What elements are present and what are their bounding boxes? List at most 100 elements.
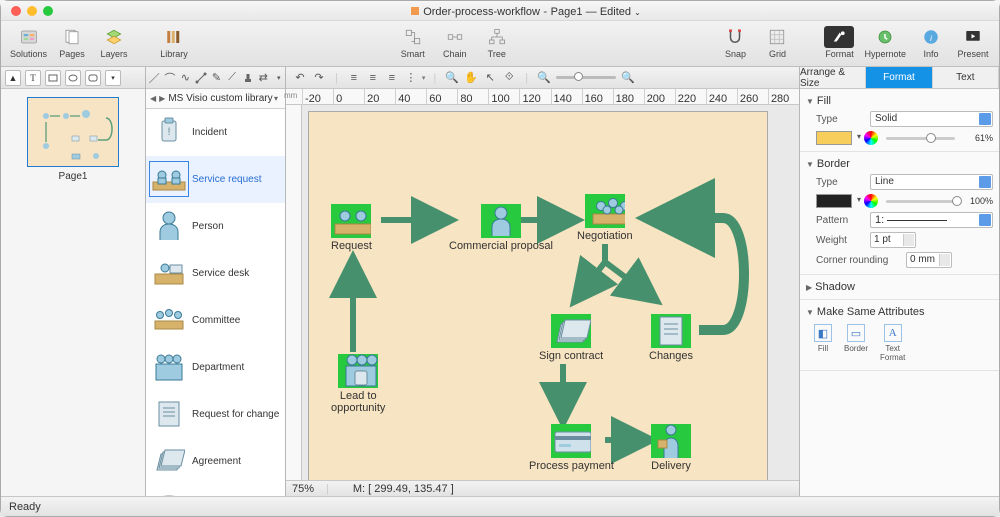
format-button[interactable]: Format	[819, 24, 859, 61]
node-lead-to-opportunity[interactable]: Lead to opportunity	[331, 354, 385, 414]
pointer-tool-icon[interactable]: ▲	[5, 70, 21, 86]
pencil-tool-icon[interactable]: ✎	[210, 71, 223, 85]
arc-tool-icon[interactable]: ⌒	[164, 71, 177, 85]
align-left-icon[interactable]: ≡	[346, 70, 362, 86]
zoom-in-icon[interactable]: 🔍	[620, 70, 636, 86]
zoom-slider[interactable]	[556, 76, 616, 79]
smart-button[interactable]: Smart	[393, 24, 433, 61]
tab-arrange[interactable]: Arrange & Size	[800, 67, 866, 88]
snap-button[interactable]: Snap	[715, 24, 755, 61]
tree-button[interactable]: Tree	[477, 24, 517, 61]
zoom-readout: 75%	[286, 483, 326, 495]
node-icon	[331, 204, 371, 238]
lasso-icon[interactable]: ⟐	[501, 70, 517, 86]
node-label: Commercial proposal	[449, 240, 553, 252]
page-thumbnail[interactable]	[27, 97, 119, 167]
status-bar: Ready	[1, 496, 999, 516]
swap-tool-icon[interactable]: ⇄	[257, 71, 270, 85]
rounded-tool-icon[interactable]	[85, 70, 101, 86]
library-item-label: Department	[192, 362, 281, 373]
node-negotiation[interactable]: Negotiation	[577, 194, 633, 242]
corner-rounding-field[interactable]: 0 mm	[906, 252, 952, 268]
library-item-label: Request for change	[192, 409, 281, 420]
ellipse-tool-icon[interactable]	[65, 70, 81, 86]
spline-tool-icon[interactable]: ∿	[179, 71, 192, 85]
pointer-icon[interactable]: ↖	[482, 70, 498, 86]
node-label: Negotiation	[577, 230, 633, 242]
make-same-fill-button[interactable]: ◧Fill	[814, 324, 832, 362]
library-button[interactable]: Library	[154, 24, 194, 61]
make-same-text-button[interactable]: AText Format	[880, 324, 905, 362]
undo-icon[interactable]: ↶	[292, 70, 308, 86]
line-tool-icon[interactable]: ／	[148, 71, 161, 85]
distribute-icon[interactable]: ⋮	[403, 70, 419, 86]
node-commercial-proposal[interactable]: Commercial proposal	[449, 204, 553, 252]
more-tool-icon[interactable]: ▾	[105, 70, 121, 86]
layers-button[interactable]: Layers	[94, 24, 134, 61]
node-delivery[interactable]: Delivery	[651, 424, 691, 472]
solutions-button[interactable]: Solutions	[7, 24, 50, 61]
border-opacity-slider[interactable]	[886, 200, 955, 203]
titlebar: Order-process-workflow - Page1 — Edited …	[1, 1, 999, 21]
present-button[interactable]: Present	[953, 24, 993, 61]
zoom-out-icon[interactable]: 🔍	[536, 70, 552, 86]
window-minimize-icon[interactable]	[27, 6, 37, 16]
stamp-tool-icon[interactable]	[241, 71, 254, 85]
chain-button[interactable]: Chain	[435, 24, 475, 61]
library-item[interactable]: Service request	[146, 156, 285, 203]
section-shadow[interactable]: ▶Shadow	[800, 275, 999, 300]
node-process-payment[interactable]: Process payment	[529, 424, 614, 472]
library-item[interactable]: Request for change	[146, 391, 285, 438]
section-border: ▼Border Type Line 100% Pattern 1: Weight…	[800, 152, 999, 275]
library-item[interactable]: Service desk	[146, 250, 285, 297]
rect-tool-icon[interactable]	[45, 70, 61, 86]
color-wheel-icon[interactable]	[864, 131, 878, 145]
library-item[interactable]: Person	[146, 203, 285, 250]
zoom-tool-icon[interactable]: 🔍	[444, 70, 460, 86]
pages-label: Pages	[59, 49, 85, 59]
library-item[interactable]: Department	[146, 344, 285, 391]
redo-icon[interactable]: ↷	[311, 70, 327, 86]
make-same-border-button[interactable]: ▭Border	[844, 324, 868, 362]
hypernote-button[interactable]: Hypernote	[861, 24, 909, 61]
grid-button[interactable]: Grid	[757, 24, 797, 61]
library-item-icon: !	[150, 115, 188, 149]
chevron-right-icon[interactable]: ▶	[159, 94, 165, 103]
node-changes[interactable]: Changes	[649, 314, 693, 362]
dropdown-chevron-icon[interactable]: ▾	[273, 71, 286, 85]
tab-text[interactable]: Text	[933, 67, 999, 88]
canvas-area[interactable]: Request Commercial proposal Negotiation Lea…	[286, 105, 799, 480]
library-title: MS Visio custom library	[168, 93, 274, 104]
align-right-icon[interactable]: ≡	[384, 70, 400, 86]
library-item[interactable]: Agreement	[146, 438, 285, 485]
library-item[interactable]: Configuration ma ...	[146, 485, 285, 496]
eyedropper-tool-icon[interactable]: ⟋	[226, 71, 239, 85]
align-center-icon[interactable]: ≡	[365, 70, 381, 86]
border-color-swatch[interactable]	[816, 194, 852, 208]
pages-button[interactable]: Pages	[52, 24, 92, 61]
window-close-icon[interactable]	[11, 6, 21, 16]
fill-color-swatch[interactable]	[816, 131, 852, 145]
border-type-select[interactable]: Line	[870, 174, 993, 190]
window-title: Order-process-workflow - Page1 — Edited …	[53, 4, 999, 18]
fill-opacity-slider[interactable]	[886, 137, 955, 140]
connector-tool-icon[interactable]	[195, 71, 208, 85]
chevron-down-icon[interactable]: ▾	[274, 94, 278, 103]
options-bar: ↶ ↷ | ≡ ≡ ≡ ⋮ ▾ | 🔍 ✋ ↖ ⟐ | 🔍 🔍	[286, 67, 799, 89]
color-wheel-icon[interactable]	[864, 194, 878, 208]
node-icon	[551, 424, 591, 458]
node-sign-contract[interactable]: Sign contract	[539, 314, 603, 362]
hand-tool-icon[interactable]: ✋	[463, 70, 479, 86]
library-item[interactable]: !Incident	[146, 109, 285, 156]
page[interactable]: Request Commercial proposal Negotiation Lea…	[308, 111, 768, 480]
fill-type-select[interactable]: Solid	[870, 111, 993, 127]
info-button[interactable]: i Info	[911, 24, 951, 61]
border-pattern-select[interactable]: 1:	[870, 212, 993, 228]
window-zoom-icon[interactable]	[43, 6, 53, 16]
tab-format[interactable]: Format	[866, 67, 932, 88]
border-weight-field[interactable]: 1 pt	[870, 232, 916, 248]
node-request[interactable]: Request	[331, 204, 372, 252]
text-tool-icon[interactable]: T	[25, 70, 41, 86]
library-item[interactable]: Committee	[146, 297, 285, 344]
chevron-left-icon[interactable]: ◀	[150, 94, 156, 103]
